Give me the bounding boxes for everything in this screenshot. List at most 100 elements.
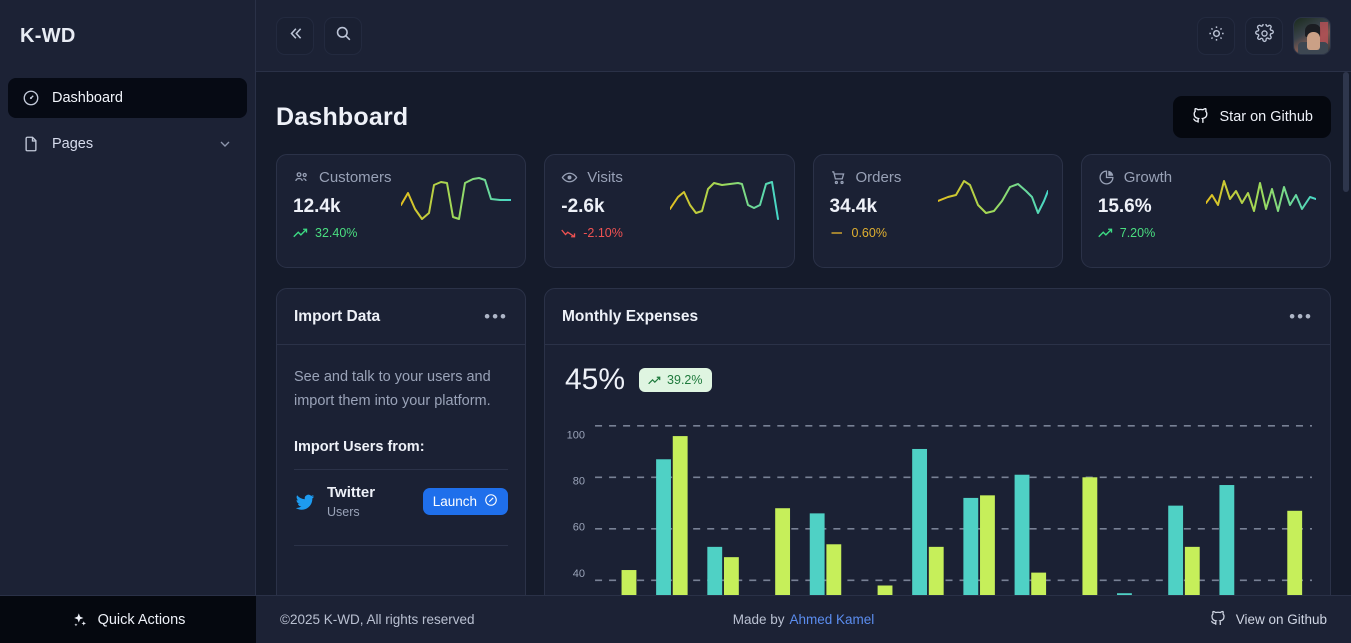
sparkline-visits [669, 181, 779, 220]
search-icon [334, 24, 353, 48]
avatar[interactable] [1293, 16, 1331, 55]
quick-actions-container: Quick Actions [0, 595, 256, 643]
import-panel-body: See and talk to your users and import th… [277, 345, 525, 546]
app-root: K-WD Dashboard Pages Quick Actions Dashb… [0, 0, 1351, 643]
twitter-icon [294, 491, 316, 513]
stat-name: Visits [587, 169, 623, 186]
github-icon [1191, 106, 1210, 129]
import-source-texts: Twitter Users [327, 484, 375, 519]
theme-toggle-button[interactable] [1197, 16, 1235, 55]
sun-icon [1207, 24, 1226, 48]
brand-logo: K-WD [20, 24, 76, 47]
sidebar-item-pages[interactable]: Pages [8, 124, 247, 164]
stat-delta-label: 0.60% [851, 226, 887, 240]
footer-copyright: ©2025 K-WD, All rights reserved [280, 612, 475, 627]
topbar-actions [1197, 16, 1331, 55]
sidebar-item-label: Pages [52, 136, 94, 152]
panels-row: Import Data ••• See and talk to your use… [276, 288, 1331, 608]
import-description: See and talk to your users and import th… [294, 369, 491, 409]
footer-made-by-prefix: Made by [732, 612, 785, 627]
file-icon [22, 135, 40, 153]
expenses-bar-chart: 40 60 80 100 [557, 411, 1318, 607]
trend-up-icon [648, 376, 661, 384]
sparkline-growth [1206, 180, 1316, 212]
stat-name: Orders [855, 169, 902, 186]
pie-icon [1098, 169, 1115, 186]
panel-title: Import Data [294, 307, 381, 325]
stat-name: Customers [319, 169, 392, 186]
topbar [256, 0, 1351, 72]
divider [294, 545, 508, 546]
expenses-badge-label: 39.2% [667, 373, 703, 387]
bar-chart-svg [589, 424, 1312, 599]
stat-card-customers[interactable]: Customers 12.4k 32.40% [276, 154, 527, 268]
stat-delta: 0.60% [830, 226, 1046, 240]
sidebar-nav: Dashboard Pages [0, 72, 255, 595]
sidebar-item-dashboard[interactable]: Dashboard [8, 78, 247, 118]
stat-delta: 32.40% [293, 226, 509, 240]
arrow-circle-icon [484, 493, 498, 510]
panel-title: Monthly Expenses [562, 307, 699, 325]
quick-actions-button[interactable]: Quick Actions [0, 596, 256, 643]
chevrons-left-icon [286, 24, 305, 48]
stat-card-visits[interactable]: Visits -2.6k -2.10% [544, 154, 795, 268]
page-title: Dashboard [276, 102, 409, 131]
stat-name: Growth [1123, 169, 1173, 186]
import-panel-header: Import Data ••• [277, 289, 525, 345]
trend-flat-icon [831, 232, 842, 234]
sidebar-item-label: Dashboard [52, 90, 123, 106]
sparkline-customers [401, 177, 512, 220]
ellipsis-icon[interactable]: ••• [484, 308, 508, 325]
users-icon [293, 169, 310, 186]
stat-cards-row: Customers 12.4k 32.40% Visits -2.6k -2.1… [276, 154, 1331, 268]
settings-button[interactable] [1245, 16, 1283, 55]
ellipsis-icon[interactable]: ••• [1289, 308, 1313, 325]
expenses-badge: 39.2% [639, 368, 712, 392]
import-source-meta: Users [327, 505, 360, 519]
import-subtitle: Import Users from: [294, 439, 425, 455]
star-on-github-label: Star on Github [1219, 109, 1314, 125]
view-on-github-label: View on Github [1235, 612, 1327, 627]
launch-button[interactable]: Launch [422, 488, 508, 515]
stat-card-orders[interactable]: Orders 34.4k 0.60% [812, 154, 1063, 268]
scrollbar-thumb[interactable] [1343, 72, 1349, 192]
expenses-panel-header: Monthly Expenses ••• [545, 289, 1330, 345]
stat-delta-label: -2.10% [583, 226, 623, 240]
trend-up-icon [1098, 228, 1112, 238]
view-on-github-link[interactable]: View on Github [1209, 609, 1327, 630]
gauge-icon [22, 89, 40, 107]
collapse-sidebar-button[interactable] [276, 16, 314, 55]
import-source-name: Twitter [327, 484, 376, 501]
cart-icon [830, 169, 847, 186]
stat-delta: -2.10% [561, 226, 777, 240]
launch-button-label: Launch [432, 494, 477, 509]
sidebar: K-WD Dashboard Pages Quick Actions [0, 0, 256, 643]
content-scrollbar[interactable] [1341, 72, 1351, 643]
expenses-summary: 45% 39.2% [545, 345, 1330, 397]
stat-delta-label: 7.20% [1119, 226, 1156, 240]
chevron-down-icon [217, 136, 233, 152]
eye-icon [561, 169, 578, 186]
page-header: Dashboard Star on Github [256, 72, 1351, 154]
trend-up-icon [293, 228, 308, 238]
footer-made-by: Made by Ahmed Kamel [733, 612, 875, 627]
sparkline-orders [937, 180, 1048, 214]
github-icon [1209, 609, 1227, 630]
trend-down-icon [561, 229, 576, 238]
import-source-row: Twitter Users Launch [294, 470, 508, 531]
stat-card-growth[interactable]: Growth 15.6% 7.20% [1080, 154, 1331, 268]
monthly-expenses-panel: Monthly Expenses ••• 45% 39.2% 40 60 80 100 [544, 288, 1331, 608]
expenses-percent: 45% [565, 363, 626, 396]
import-data-panel: Import Data ••• See and talk to your use… [276, 288, 526, 608]
main-area: Dashboard Star on Github Customers 12.4k… [256, 0, 1351, 643]
dashboard-content: Customers 12.4k 32.40% Visits -2.6k -2.1… [256, 154, 1351, 643]
star-on-github-button[interactable]: Star on Github [1172, 96, 1331, 138]
footer: ©2025 K-WD, All rights reserved Made by … [256, 595, 1351, 643]
sparkles-icon [71, 612, 88, 629]
search-button[interactable] [324, 16, 362, 55]
gear-icon [1254, 22, 1274, 48]
quick-actions-label: Quick Actions [97, 612, 186, 628]
footer-author-link[interactable]: Ahmed Kamel [789, 612, 874, 627]
stat-delta: 7.20% [1098, 226, 1314, 240]
stat-delta-label: 32.40% [315, 226, 358, 240]
